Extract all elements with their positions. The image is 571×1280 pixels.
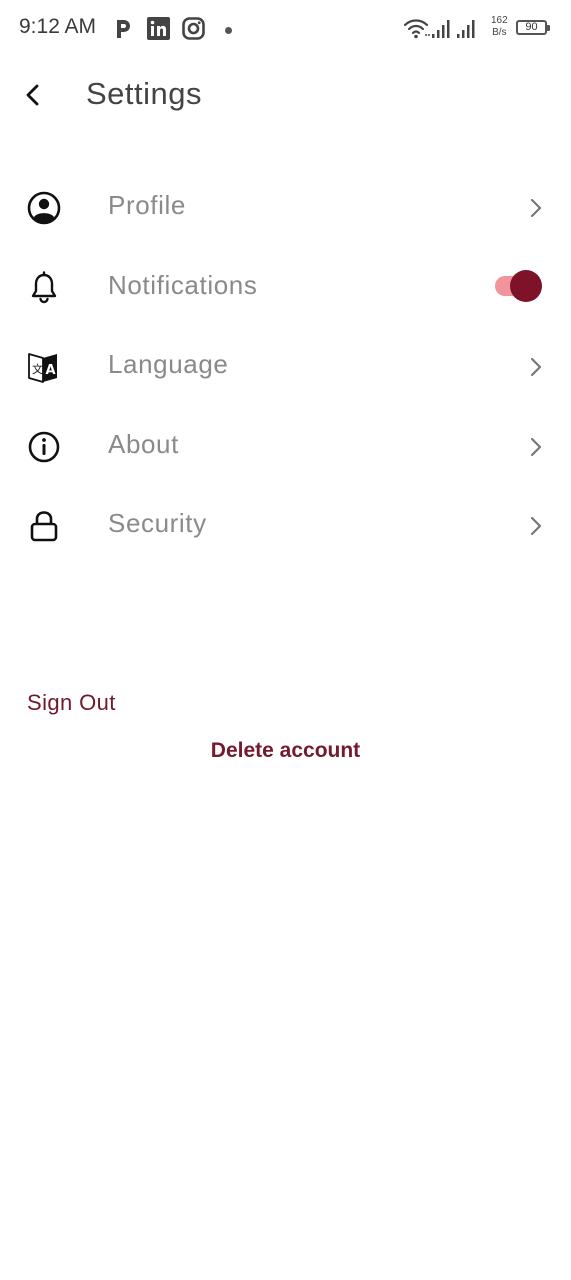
- status-bar: 9:12 AM 162 B/s 90: [0, 0, 571, 58]
- user-circle-icon: [27, 191, 61, 225]
- status-time: 9:12 AM: [19, 15, 97, 38]
- translate-icon: 文 A: [28, 353, 57, 383]
- battery-indicator: 90: [516, 20, 550, 35]
- settings-item-profile[interactable]: Profile: [0, 176, 571, 236]
- lock-icon: [30, 511, 58, 542]
- bell-icon: [31, 271, 57, 304]
- network-speed-unit: B/s: [492, 27, 507, 38]
- chevron-right-icon: [530, 357, 542, 377]
- toggle-thumb: [510, 270, 542, 302]
- pinterest-icon: [117, 20, 130, 38]
- settings-item-notifications[interactable]: Notifications: [0, 256, 571, 316]
- settings-item-label: Profile: [108, 190, 186, 220]
- delete-account-button[interactable]: Delete account: [0, 739, 571, 763]
- instagram-icon: [182, 17, 205, 40]
- settings-item-about[interactable]: About: [0, 415, 571, 475]
- svg-text:文: 文: [32, 362, 43, 376]
- network-speed-value: 162: [491, 15, 508, 26]
- svg-text:A: A: [46, 363, 56, 378]
- chevron-left-icon: [26, 84, 39, 106]
- chevron-right-icon: [530, 516, 542, 536]
- battery-level: 90: [525, 21, 538, 33]
- settings-item-label: Language: [108, 349, 229, 379]
- settings-item-label: About: [108, 429, 179, 459]
- settings-item-security[interactable]: Security: [0, 494, 571, 554]
- settings-item-language[interactable]: 文 A Language: [0, 335, 571, 395]
- chevron-right-icon: [530, 437, 542, 457]
- settings-item-label: Notifications: [108, 270, 258, 300]
- linkedin-icon: [147, 17, 170, 40]
- info-icon: [28, 431, 60, 463]
- wifi-icon: [404, 19, 430, 39]
- settings-item-label: Security: [108, 508, 207, 538]
- back-button[interactable]: [16, 77, 52, 113]
- notification-dot: [225, 27, 232, 34]
- sign-out-button[interactable]: Sign Out: [27, 690, 116, 716]
- network-speed: 162 B/s: [491, 15, 508, 39]
- chevron-right-icon: [530, 198, 542, 218]
- notifications-toggle[interactable]: [494, 270, 544, 302]
- page-title: Settings: [86, 76, 203, 111]
- signal-icon: [432, 20, 475, 38]
